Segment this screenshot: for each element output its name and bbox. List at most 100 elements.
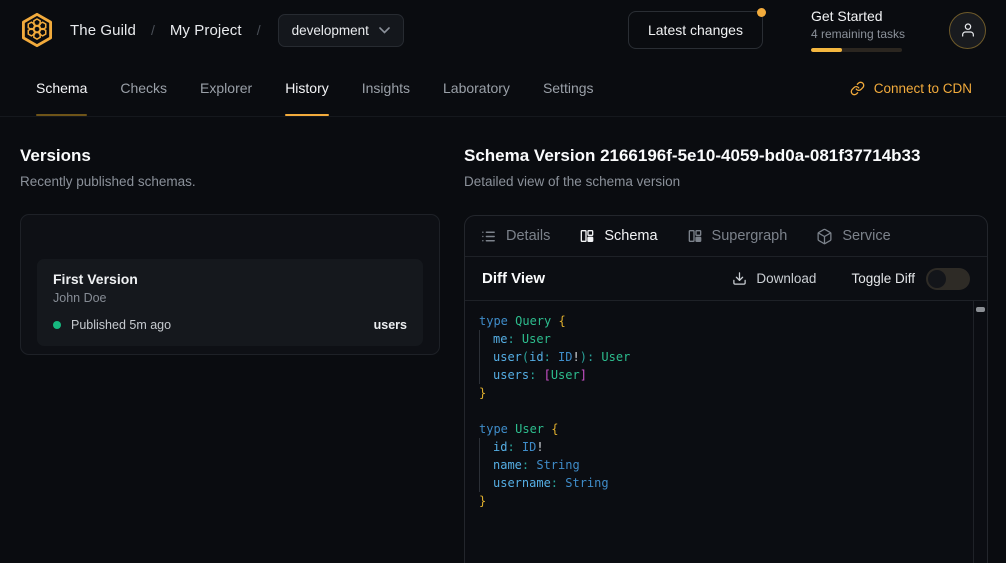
versions-panel: Versions Recently published schemas. Fir… bbox=[20, 146, 440, 563]
tab-schema[interactable]: Schema bbox=[36, 60, 87, 116]
version-detail-panel: Schema Version 2166196f-5e10-4059-bd0a-0… bbox=[464, 146, 988, 563]
breadcrumb-project[interactable]: My Project bbox=[170, 22, 242, 39]
get-started-widget[interactable]: Get Started 4 remaining tasks bbox=[811, 8, 905, 52]
scrollbar-track[interactable] bbox=[973, 301, 987, 563]
toggle-diff-group: Toggle Diff bbox=[851, 268, 970, 290]
breadcrumb-separator: / bbox=[257, 22, 261, 38]
code-token: ID bbox=[522, 440, 536, 454]
code-token: User bbox=[515, 422, 551, 436]
detail-tab-details[interactable]: Details bbox=[480, 228, 550, 245]
code-token: user bbox=[493, 350, 522, 364]
person-icon bbox=[960, 22, 976, 38]
detail-tab-label: Supergraph bbox=[712, 228, 788, 244]
code-token: : bbox=[522, 458, 536, 472]
columns-icon bbox=[687, 228, 703, 244]
breadcrumb-org[interactable]: The Guild bbox=[70, 22, 136, 39]
code-token: } bbox=[479, 386, 486, 400]
tab-explorer[interactable]: Explorer bbox=[200, 60, 252, 116]
version-detail-box: Details Schema Sup bbox=[464, 215, 988, 563]
version-name: First Version bbox=[53, 271, 407, 287]
code-line: id: ID! bbox=[479, 438, 973, 456]
detail-tab-service[interactable]: Service bbox=[816, 228, 890, 245]
notification-dot bbox=[757, 8, 766, 17]
get-started-progress-track bbox=[811, 48, 902, 52]
code-token: type bbox=[479, 422, 515, 436]
tab-label: Schema bbox=[36, 80, 87, 96]
toggle-diff-label: Toggle Diff bbox=[851, 271, 915, 286]
diff-view-header: Diff View Download Toggle Diff bbox=[465, 257, 987, 301]
code-token: String bbox=[536, 458, 579, 472]
code-line: name: String bbox=[479, 456, 973, 474]
code-token: { bbox=[558, 314, 565, 328]
service-badge: users bbox=[374, 318, 407, 332]
target-selector[interactable]: development bbox=[278, 14, 404, 47]
version-detail-subtitle: Detailed view of the schema version bbox=[464, 174, 988, 189]
version-list-item[interactable]: First Version John Doe Published 5m ago … bbox=[37, 259, 423, 346]
user-avatar[interactable] bbox=[949, 12, 986, 49]
code-token: : bbox=[544, 350, 558, 364]
code-line: type Query { bbox=[479, 312, 973, 330]
code-token: User bbox=[522, 332, 551, 346]
code-line bbox=[479, 402, 973, 420]
code-token: [ bbox=[544, 368, 551, 382]
code-token: ID bbox=[558, 350, 572, 364]
code-block: type Query {me: Useruser(id: ID!): Useru… bbox=[465, 301, 973, 563]
tab-history[interactable]: History bbox=[285, 60, 329, 116]
target-nav: Schema Checks Explorer History Insights … bbox=[0, 60, 1006, 117]
code-line: type User { bbox=[479, 420, 973, 438]
code-token: ! bbox=[573, 350, 580, 364]
download-icon bbox=[732, 271, 747, 286]
latest-changes-label: Latest changes bbox=[648, 22, 743, 38]
code-token: id bbox=[529, 350, 543, 364]
code-line: } bbox=[479, 384, 973, 402]
detail-tab-label: Service bbox=[842, 228, 890, 244]
tab-insights[interactable]: Insights bbox=[362, 60, 410, 116]
code-token: users bbox=[493, 368, 529, 382]
version-author: John Doe bbox=[53, 291, 407, 305]
tab-checks[interactable]: Checks bbox=[120, 60, 167, 116]
columns-icon bbox=[579, 228, 595, 244]
cube-icon bbox=[816, 228, 833, 245]
tab-laboratory[interactable]: Laboratory bbox=[443, 60, 510, 116]
code-token: User bbox=[551, 368, 580, 382]
version-detail-title: Schema Version 2166196f-5e10-4059-bd0a-0… bbox=[464, 146, 988, 166]
code-line: me: User bbox=[479, 330, 973, 348]
detail-tab-supergraph[interactable]: Supergraph bbox=[687, 228, 788, 244]
download-label: Download bbox=[756, 271, 816, 286]
scrollbar-thumb[interactable] bbox=[976, 307, 985, 312]
main-content: Versions Recently published schemas. Fir… bbox=[0, 117, 1006, 563]
connect-to-cdn-link[interactable]: Connect to CDN bbox=[850, 60, 972, 116]
breadcrumb-separator: / bbox=[151, 22, 155, 38]
diff-view-title: Diff View bbox=[482, 270, 545, 287]
hive-logo-icon[interactable] bbox=[18, 11, 56, 49]
code-token: User bbox=[601, 350, 630, 364]
tab-label: Checks bbox=[120, 80, 167, 96]
published-status-dot bbox=[53, 321, 61, 329]
get-started-progress-fill bbox=[811, 48, 842, 52]
code-token: ): bbox=[580, 350, 602, 364]
connect-to-cdn-label: Connect to CDN bbox=[874, 81, 972, 96]
code-token: : bbox=[529, 368, 543, 382]
latest-changes-button[interactable]: Latest changes bbox=[628, 11, 763, 49]
versions-subtitle: Recently published schemas. bbox=[20, 174, 440, 189]
code-token: id bbox=[493, 440, 507, 454]
version-meta-row: Published 5m ago users bbox=[53, 318, 407, 332]
toggle-diff-switch[interactable] bbox=[926, 268, 970, 290]
tab-settings[interactable]: Settings bbox=[543, 60, 594, 116]
version-status: Published 5m ago bbox=[71, 318, 171, 332]
get-started-title: Get Started bbox=[811, 8, 905, 24]
versions-list-card: First Version John Doe Published 5m ago … bbox=[20, 214, 440, 355]
code-token: Query bbox=[515, 314, 558, 328]
detail-tab-label: Schema bbox=[604, 228, 657, 244]
download-button[interactable]: Download bbox=[732, 271, 816, 286]
code-line: users: [User] bbox=[479, 366, 973, 384]
app-header: The Guild / My Project / development Lat… bbox=[0, 0, 1006, 60]
code-token: ] bbox=[580, 368, 587, 382]
code-token: String bbox=[565, 476, 608, 490]
list-icon bbox=[480, 228, 497, 245]
versions-title: Versions bbox=[20, 146, 440, 166]
code-token: : bbox=[507, 440, 521, 454]
detail-tab-schema[interactable]: Schema bbox=[579, 228, 657, 244]
tab-label: Insights bbox=[362, 80, 410, 96]
code-token: { bbox=[551, 422, 558, 436]
